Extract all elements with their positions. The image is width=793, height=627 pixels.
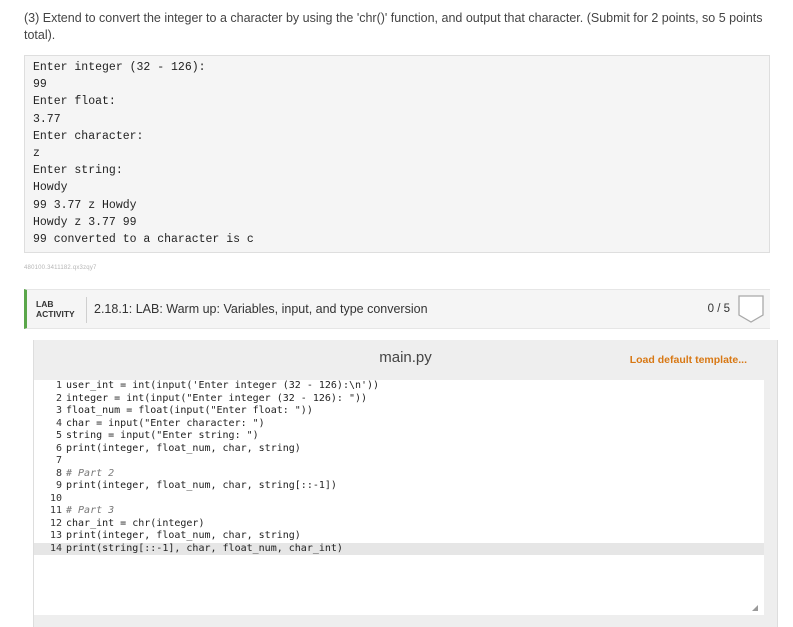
sample-output-line: z	[33, 146, 40, 160]
code-text: float_num = float(input("Enter float: ")…	[66, 405, 313, 416]
code-text: print(string[::-1], char, float_num, cha…	[66, 542, 343, 554]
code-text: print(integer, float_num, char, string)	[66, 530, 301, 541]
code-comment: # Part 3	[66, 505, 115, 516]
code-line[interactable]: 6 print(integer, float_num, char, string)	[34, 443, 764, 456]
sample-output-box: Enter integer (32 - 126): 99 Enter float…	[24, 55, 770, 253]
code-editor[interactable]: 1 user_int = int(input('Enter integer (32…	[34, 380, 764, 615]
line-number: 5	[55, 430, 62, 441]
code-line[interactable]: 4 char = input("Enter character: ")	[34, 418, 764, 431]
sample-output-line: Howdy	[33, 181, 68, 195]
code-line[interactable]: 3 float_num = float(input("Enter float: "…	[34, 405, 764, 418]
load-default-template-link[interactable]: Load default template...	[630, 354, 747, 366]
sample-output-line: Howdy z 3.77 99	[33, 215, 137, 229]
sample-output-line: Enter integer (32 - 126):	[33, 61, 206, 74]
line-number: 11	[49, 505, 62, 516]
lab-id: 480100.3411182.qx3zqy7	[24, 265, 97, 271]
line-number: 7	[55, 455, 62, 466]
lab-score: 0 / 5	[707, 303, 730, 315]
sample-output-line: 99 converted to a character is c	[33, 232, 254, 246]
code-line[interactable]: 7	[34, 455, 764, 468]
sample-output-line: Enter string:	[33, 164, 123, 178]
sample-output-line: 3.77	[33, 112, 61, 126]
lab-tag-line: LAB	[36, 299, 54, 309]
line-number: 2	[55, 392, 62, 404]
code-comment: # Part 2	[66, 467, 115, 479]
code-text: integer = int(input("Enter integer (32 -…	[66, 392, 368, 404]
sample-output-line: Enter float:	[33, 95, 116, 109]
completion-badge-icon	[738, 295, 764, 323]
code-line[interactable]: 1 user_int = int(input('Enter integer (32…	[34, 380, 764, 393]
lab-divider	[86, 297, 87, 323]
lab-tag-line: ACTIVITY	[36, 309, 75, 319]
code-line[interactable]: 12 char_int = chr(integer)	[34, 518, 764, 531]
code-line[interactable]: 2 integer = int(input("Enter integer (32 …	[34, 393, 764, 406]
instruction-text: (3) Extend to convert the integer to a c…	[24, 11, 763, 42]
code-text: string = input("Enter string: ")	[66, 430, 259, 441]
code-text: print(integer, float_num, char, string)	[66, 442, 301, 454]
code-line-active[interactable]: 14 print(string[::-1], char, float_num, c…	[34, 542, 764, 555]
code-text: print(integer, float_num, char, string[:…	[66, 480, 337, 491]
lab-title: 2.18.1: LAB: Warm up: Variables, input, …	[94, 302, 428, 316]
sample-output-line: 99	[33, 78, 47, 92]
line-number: 13	[49, 530, 62, 541]
lab-activity-tag: LAB ACTIVITY	[36, 299, 75, 319]
code-line[interactable]: 8 # Part 2	[34, 468, 764, 481]
line-number: 14	[49, 542, 62, 554]
line-number: 6	[55, 442, 62, 454]
code-line[interactable]: 9 print(integer, float_num, char, string[…	[34, 480, 764, 493]
line-number: 1	[55, 380, 62, 391]
sample-output-line: Enter character:	[33, 129, 144, 143]
code-text: char_int = chr(integer)	[66, 517, 205, 529]
resize-grip-icon[interactable]	[752, 605, 758, 611]
sample-output-line: 99 3.77 z Howdy	[33, 198, 137, 212]
code-line[interactable]: 13 print(integer, float_num, char, string…	[34, 530, 764, 543]
code-editor-panel: main.py Load default template... 1 user_i…	[33, 340, 778, 627]
code-line[interactable]: 11 # Part 3	[34, 505, 764, 518]
code-line[interactable]: 5 string = input("Enter string: ")	[34, 430, 764, 443]
line-number: 9	[55, 480, 62, 491]
line-number: 8	[55, 467, 62, 479]
lab-header: LAB ACTIVITY 2.18.1: LAB: Warm up: Varia…	[24, 289, 770, 329]
line-number: 4	[55, 417, 62, 429]
line-number: 3	[55, 405, 62, 416]
line-number: 12	[49, 517, 62, 529]
code-text: char = input("Enter character: ")	[66, 417, 265, 429]
line-number: 10	[49, 492, 62, 504]
code-line[interactable]: 10	[34, 493, 764, 506]
code-text: user_int = int(input('Enter integer (32 …	[66, 380, 380, 391]
